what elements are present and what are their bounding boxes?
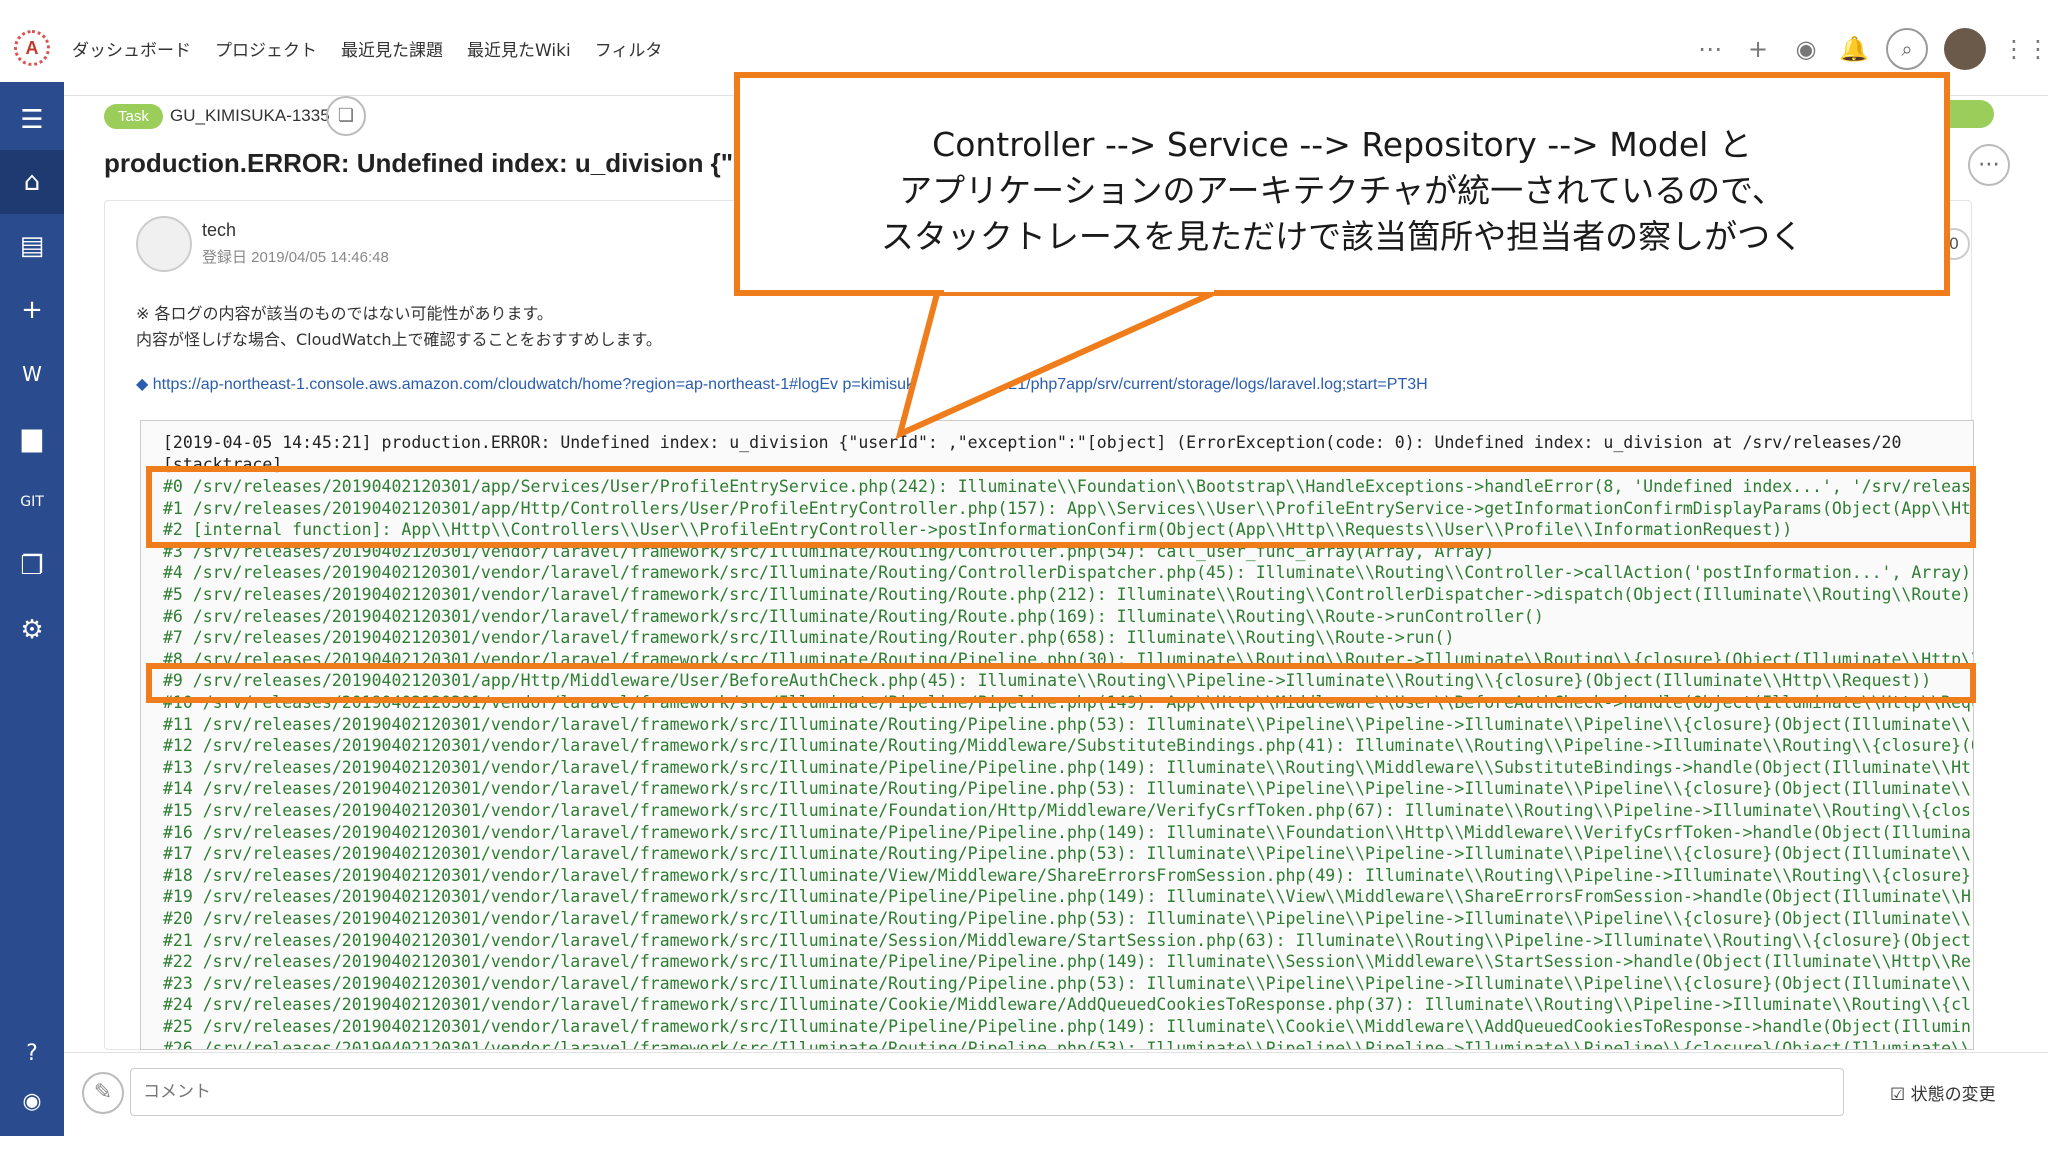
wiki-icon[interactable]: W [0,342,64,406]
nav-recent-wiki[interactable]: 最近見たWiki [467,36,571,61]
nav-projects[interactable]: プロジェクト [215,36,317,61]
note-line-1: ※ 各ログの内容が該当のものではない可能性があります。 [136,304,553,323]
copy-key-icon[interactable]: ❏ [326,96,366,136]
git-icon[interactable]: GIT [0,470,64,534]
cloudwatch-link[interactable]: ◆ https://ap-northeast-1.console.aws.ama… [136,374,1696,394]
stacktrace-line: #21 /srv/releases/20190402120301/vendor/… [163,930,1971,950]
search-icon[interactable]: ⌕ [1886,28,1928,70]
home-icon[interactable]: ⌂ [0,150,64,214]
callout-join [944,284,1214,292]
add-icon[interactable]: + [1742,35,1774,63]
stacktrace-line: #5 /srv/releases/20190402120301/vendor/l… [163,585,1971,604]
stacktrace-line: #20 /srv/releases/20190402120301/vendor/… [163,909,1971,928]
stacktrace-line: #6 /srv/releases/20190402120301/vendor/l… [163,606,1544,626]
nav-dashboard[interactable]: ダッシュボード [72,36,191,61]
left-sidebar: ☰ ⌂ ▤ + W ▆ GIT ❐ ⚙ ? ◉ [0,82,64,1136]
stacktrace-line: #4 /srv/releases/20190402120301/vendor/l… [163,563,1971,583]
notification-bell-icon[interactable]: 🔔 [1838,35,1870,63]
created-date: 登録日 2019/04/05 14:46:48 [202,249,389,266]
stacktrace-line: #7 /srv/releases/20190402120301/vendor/l… [163,628,1455,648]
watch-icon[interactable]: ◉ [1790,35,1822,63]
issue-type-badge: Task [104,104,163,129]
menu-icon[interactable]: ☰ [0,94,64,146]
nav-filter[interactable]: フィルタ [595,36,663,61]
stacktrace-line: #24 /srv/releases/20190402120301/vendor/… [163,995,1971,1015]
edit-status-icon: ☑ [1890,1085,1911,1105]
log-header-line: [2019-04-05 14:45:21] production.ERROR: … [163,433,1902,452]
issue-title: production.ERROR: Undefined index: u_div… [104,148,744,178]
highlight-frames-0-2 [146,466,1976,548]
comment-input[interactable] [130,1068,1844,1116]
top-icons: ⋯ + ◉ 🔔 ⌕ ⋮⋮ [1694,28,2048,70]
status-change-button[interactable]: ☑ 状態の変更 [1890,1080,1996,1105]
callout-line-1: Controller --> Service --> Repository --… [932,125,1752,164]
stacktrace-line: #25 /srv/releases/20190402120301/vendor/… [163,1017,1971,1036]
settings-icon[interactable]: ⚙ [0,598,64,662]
stacktrace-line: #19 /srv/releases/20190402120301/vendor/… [163,887,1971,907]
note-line-2: 内容が怪しげな場合、CloudWatch上で確認することをおすすめします。 [136,330,662,349]
stacktrace-line: #26 /srv/releases/20190402120301/vendor/… [163,1038,1971,1050]
callout-line-2: アプリケーションのアーキテクチャが統一されているので、 [899,171,1785,210]
stacktrace-line: #15 /srv/releases/20190402120301/vendor/… [163,801,1971,820]
add-issue-icon[interactable]: + [0,278,64,342]
status-change-label: 状態の変更 [1910,1085,1996,1105]
chat-icon[interactable]: ◉ [0,1078,64,1126]
author-avatar [136,216,192,272]
app-grid-icon[interactable]: ⋮⋮ [2002,35,2048,63]
document-icon[interactable]: ❐ [0,534,64,598]
files-icon[interactable]: ▆ [0,406,64,470]
stacktrace-line: #17 /srv/releases/20190402120301/vendor/… [163,844,1971,864]
nav-recent-issues[interactable]: 最近見た課題 [341,36,443,61]
callout-line-3: スタックトレースを見ただけで該当箇所や担当者の察しがつく [880,217,1804,256]
more-icon[interactable]: ⋯ [1694,35,1726,63]
help-icon[interactable]: ? [0,1030,64,1078]
attach-file-icon[interactable]: ✎ [82,1072,124,1114]
bottom-strip [0,1136,2048,1152]
stacktrace-line: #14 /srv/releases/20190402120301/vendor/… [163,779,1971,799]
stacktrace-line: #16 /srv/releases/20190402120301/vendor/… [163,822,1971,842]
stacktrace-line: #18 /srv/releases/20190402120301/vendor/… [163,865,1971,885]
stacktrace-line: #12 /srv/releases/20190402120301/vendor/… [163,736,1974,756]
author-name: tech [202,220,237,240]
list-icon[interactable]: ▤ [0,214,64,278]
stacktrace-line: #13 /srv/releases/20190402120301/vendor/… [163,757,1971,777]
more-options-icon[interactable]: ⋯ [1968,144,2010,186]
top-nav: ダッシュボード プロジェクト 最近見た課題 最近見たWiki フィルタ [72,36,662,61]
stacktrace-line: #23 /srv/releases/20190402120301/vendor/… [163,973,1971,993]
stacktrace-line: #11 /srv/releases/20190402120301/vendor/… [163,714,1971,734]
stacktrace-line: #22 /srv/releases/20190402120301/vendor/… [163,952,1971,972]
highlight-frame-9 [146,663,1976,703]
backlog-logo[interactable]: A [14,30,50,66]
issue-key: GU_KIMISUKA-1335 [170,106,330,125]
annotation-callout: Controller --> Service --> Repository --… [734,72,1950,296]
user-avatar[interactable] [1944,28,1986,70]
